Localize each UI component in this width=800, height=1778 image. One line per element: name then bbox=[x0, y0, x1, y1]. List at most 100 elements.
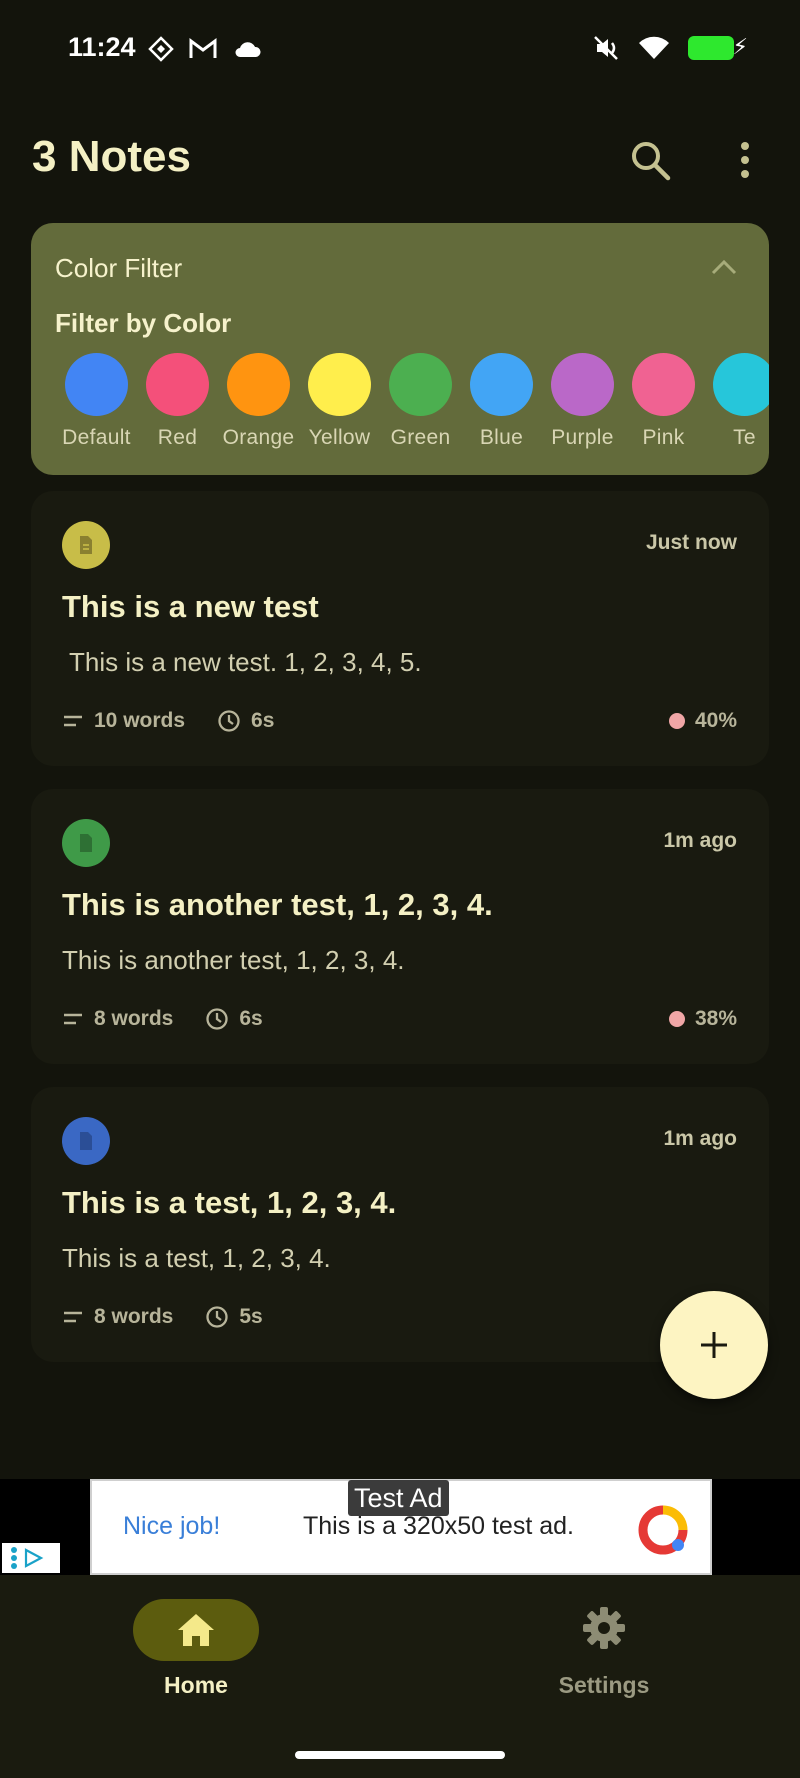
mute-icon bbox=[594, 36, 618, 60]
nav-home-button[interactable] bbox=[133, 1599, 259, 1661]
read-time: 6s bbox=[205, 1007, 263, 1031]
nav-settings-label[interactable]: Settings bbox=[404, 1672, 800, 1699]
status-time: 11:24 bbox=[68, 32, 136, 62]
bottom-navigation: Home Settings bbox=[0, 1575, 800, 1778]
swatch-label: Te bbox=[733, 426, 756, 449]
ad-headline[interactable]: Nice job! bbox=[123, 1512, 220, 1541]
swatch-dot bbox=[65, 353, 128, 416]
swatch-label: Blue bbox=[479, 426, 524, 449]
swatch-blue[interactable]: Blue bbox=[461, 353, 542, 450]
swatch-default[interactable]: Default bbox=[56, 353, 137, 450]
note-timestamp: 1m ago bbox=[663, 829, 737, 852]
note-preview: This is a new test. 1, 2, 3, 4, 5. bbox=[69, 647, 422, 677]
swatch-dot bbox=[146, 353, 209, 416]
read-time: 5s bbox=[205, 1305, 263, 1329]
note-progress: 38% bbox=[668, 1007, 737, 1031]
status-bar: 11:24 ⚡ bbox=[0, 0, 800, 100]
read-time-label: 6s bbox=[239, 1007, 263, 1030]
color-filter-title: Color Filter bbox=[55, 253, 183, 283]
color-filter-panel: Color Filter Filter by Color Default Red… bbox=[31, 223, 769, 475]
chevron-up-icon[interactable] bbox=[709, 253, 739, 279]
note-card[interactable]: 1m ago This is another test, 1, 2, 3, 4.… bbox=[31, 789, 769, 1064]
word-count-label: 8 words bbox=[94, 1007, 174, 1030]
swatch-dot bbox=[551, 353, 614, 416]
swatch-label: Red bbox=[157, 426, 198, 449]
swatch-teal[interactable]: Te bbox=[704, 353, 769, 450]
note-color-badge bbox=[62, 521, 110, 569]
lines-icon bbox=[64, 715, 82, 727]
swatch-yellow[interactable]: Yellow bbox=[299, 353, 380, 450]
swatch-pink[interactable]: Pink bbox=[623, 353, 704, 450]
page-title: 3 Notes bbox=[32, 132, 191, 181]
document-icon bbox=[80, 536, 92, 554]
ad-play-icon bbox=[24, 1548, 44, 1568]
swatch-green[interactable]: Green bbox=[380, 353, 461, 450]
note-meta: 10 words 6s bbox=[62, 709, 292, 733]
document-icon bbox=[80, 1132, 92, 1150]
wifi-icon bbox=[639, 36, 669, 59]
word-count: 10 words bbox=[62, 709, 185, 733]
swatch-dot bbox=[470, 353, 533, 416]
swatch-dot bbox=[632, 353, 695, 416]
notification-icons bbox=[148, 36, 262, 62]
search-icon[interactable] bbox=[628, 138, 674, 184]
home-indicator[interactable] bbox=[295, 1751, 505, 1759]
filter-by-color-label: Filter by Color bbox=[55, 308, 232, 338]
note-card[interactable]: 1m ago This is a test, 1, 2, 3, 4. This … bbox=[31, 1087, 769, 1362]
ad-text[interactable]: This is a 320x50 test ad. bbox=[303, 1512, 574, 1541]
word-count: 8 words bbox=[62, 1305, 173, 1329]
swatch-label: Orange bbox=[222, 426, 295, 449]
progress-dot bbox=[668, 713, 685, 729]
read-time: 6s bbox=[217, 709, 274, 733]
note-meta: 8 words 6s bbox=[62, 1007, 281, 1031]
swatch-dot bbox=[713, 353, 769, 416]
note-timestamp: 1m ago bbox=[663, 1127, 737, 1150]
ad-choices-icon[interactable] bbox=[2, 1543, 60, 1573]
cloud-icon bbox=[235, 42, 261, 57]
swatch-label: Yellow bbox=[308, 426, 371, 449]
progress-label: 38% bbox=[694, 1007, 737, 1030]
progress-dot bbox=[668, 1011, 685, 1027]
note-title: This is another test, 1, 2, 3, 4. bbox=[62, 887, 493, 922]
home-icon bbox=[178, 1614, 214, 1646]
gear-icon[interactable] bbox=[581, 1605, 627, 1651]
swatch-label: Green bbox=[390, 426, 451, 449]
swatch-label: Pink bbox=[642, 426, 685, 449]
document-icon bbox=[80, 834, 92, 852]
swatch-purple[interactable]: Purple bbox=[542, 353, 623, 450]
read-time-label: 6s bbox=[251, 709, 275, 732]
diamond-app-icon bbox=[148, 36, 174, 62]
lines-icon bbox=[64, 1013, 82, 1025]
note-title: This is a new test bbox=[62, 589, 319, 624]
note-progress: 40% bbox=[668, 709, 737, 733]
plus-icon bbox=[701, 1332, 727, 1358]
color-swatch-list: Default Red Orange Yellow Green Blue Pur… bbox=[56, 353, 769, 450]
add-note-button[interactable] bbox=[660, 1291, 768, 1399]
swatch-dot bbox=[389, 353, 452, 416]
progress-label: 40% bbox=[694, 709, 737, 732]
gmail-icon bbox=[189, 38, 217, 58]
note-color-badge bbox=[62, 1117, 110, 1165]
note-timestamp: Just now bbox=[645, 531, 737, 554]
ad-menu-icon bbox=[11, 1547, 17, 1569]
swatch-red[interactable]: Red bbox=[137, 353, 218, 450]
nav-home-label[interactable]: Home bbox=[0, 1672, 392, 1699]
swatch-dot bbox=[227, 353, 290, 416]
swatch-label: Purple bbox=[551, 426, 614, 449]
ad-logo-icon bbox=[638, 1505, 688, 1555]
system-icons: ⚡ bbox=[592, 34, 748, 62]
swatch-orange[interactable]: Orange bbox=[218, 353, 299, 450]
swatch-label: Default bbox=[62, 426, 131, 449]
word-count-label: 8 words bbox=[94, 1305, 174, 1328]
word-count-label: 10 words bbox=[94, 709, 186, 732]
note-card[interactable]: Just now This is a new test This is a ne… bbox=[31, 491, 769, 766]
note-meta: 8 words 5s bbox=[62, 1305, 281, 1329]
clock-icon bbox=[206, 1008, 229, 1030]
note-title: This is a test, 1, 2, 3, 4. bbox=[62, 1185, 397, 1220]
swatch-dot bbox=[308, 353, 371, 416]
lines-icon bbox=[64, 1311, 82, 1323]
clock-icon bbox=[206, 1306, 229, 1328]
note-color-badge bbox=[62, 819, 110, 867]
battery-icon: ⚡ bbox=[688, 34, 748, 60]
more-options-icon[interactable] bbox=[730, 140, 760, 180]
